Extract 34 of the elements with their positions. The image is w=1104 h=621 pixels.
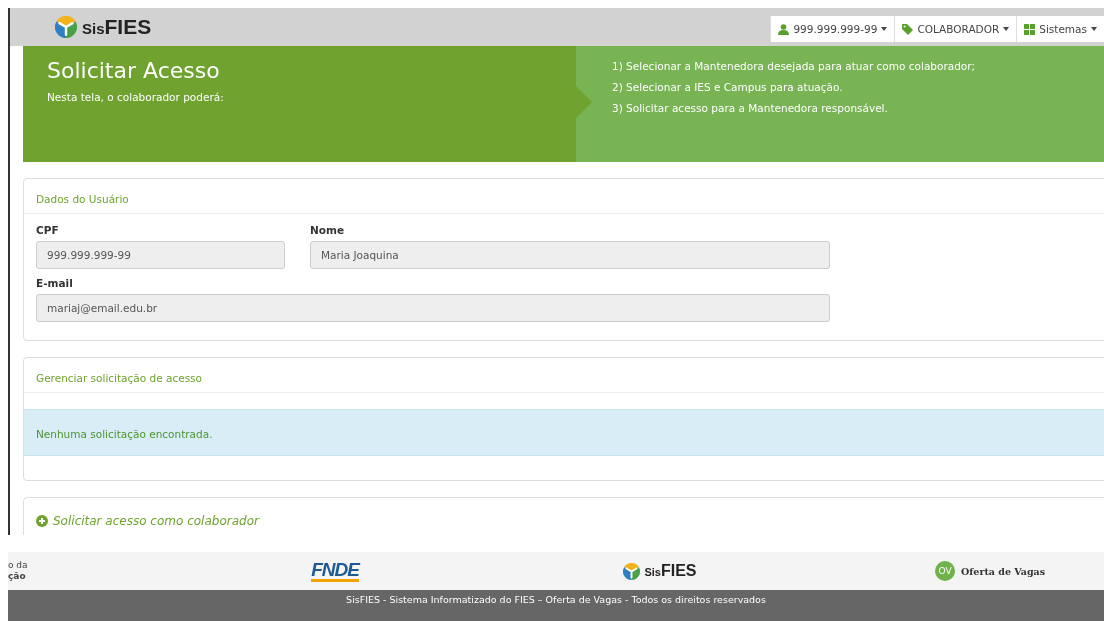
step-text: 3) Solicitar acesso para a Mantenedora responsável. xyxy=(612,102,889,114)
grid-icon xyxy=(1024,23,1036,35)
logo-icon xyxy=(55,16,77,38)
page-subtitle: Nesta tela, o colaborador poderá: xyxy=(47,91,224,103)
logo-text: SisFIES xyxy=(82,15,152,39)
caret-icon xyxy=(881,27,888,31)
menu-dropdown[interactable]: Sistemas xyxy=(1016,16,1104,42)
plus-circle-icon xyxy=(36,515,48,527)
caret-icon xyxy=(1003,27,1010,31)
step-text: 1) Selecionar a Mantenedora desejada para atuar como colaborador; xyxy=(612,60,977,72)
panel-title: Dados do Usuário xyxy=(36,193,129,205)
input-field[interactable]: mariaj@email.edu.br xyxy=(36,294,830,322)
tag-icon xyxy=(902,23,914,35)
input-field[interactable]: 999.999.999-99 xyxy=(36,241,285,269)
menu-dropdown[interactable]: 999.999.999-99 xyxy=(770,16,895,42)
brand-label: Oferta de Vagas xyxy=(961,565,1046,577)
ministry-text: ção xyxy=(8,571,27,582)
ov-badge: OV xyxy=(935,561,955,581)
step-text: 2) Selecionar a IES e Campus para atuação. xyxy=(612,81,844,93)
page-title: Solicitar Acesso xyxy=(47,58,221,83)
menu-dropdown[interactable]: COLABORADOR xyxy=(894,16,1017,42)
logo-text: SisFIES xyxy=(644,562,697,580)
panel-title: Gerenciar solicitação de acesso xyxy=(36,372,202,384)
ministry-text: o da xyxy=(8,560,29,571)
alert-text: Nenhuma solicitação encontrada. xyxy=(36,428,213,440)
field-label: Nome xyxy=(310,224,346,236)
user-icon xyxy=(778,23,790,35)
input-field[interactable]: Maria Joaquina xyxy=(310,241,830,269)
field-label: E-mail xyxy=(36,277,74,289)
logo-icon xyxy=(623,562,641,580)
field-label: CPF xyxy=(36,224,60,236)
copyright-text: SisFIES - Sistema Informatizado do FIES – Oferta de Vagas - Todos os direitos reservados xyxy=(346,594,766,605)
fnde-logo: FNDE xyxy=(311,560,359,582)
caret-icon xyxy=(1091,27,1097,31)
